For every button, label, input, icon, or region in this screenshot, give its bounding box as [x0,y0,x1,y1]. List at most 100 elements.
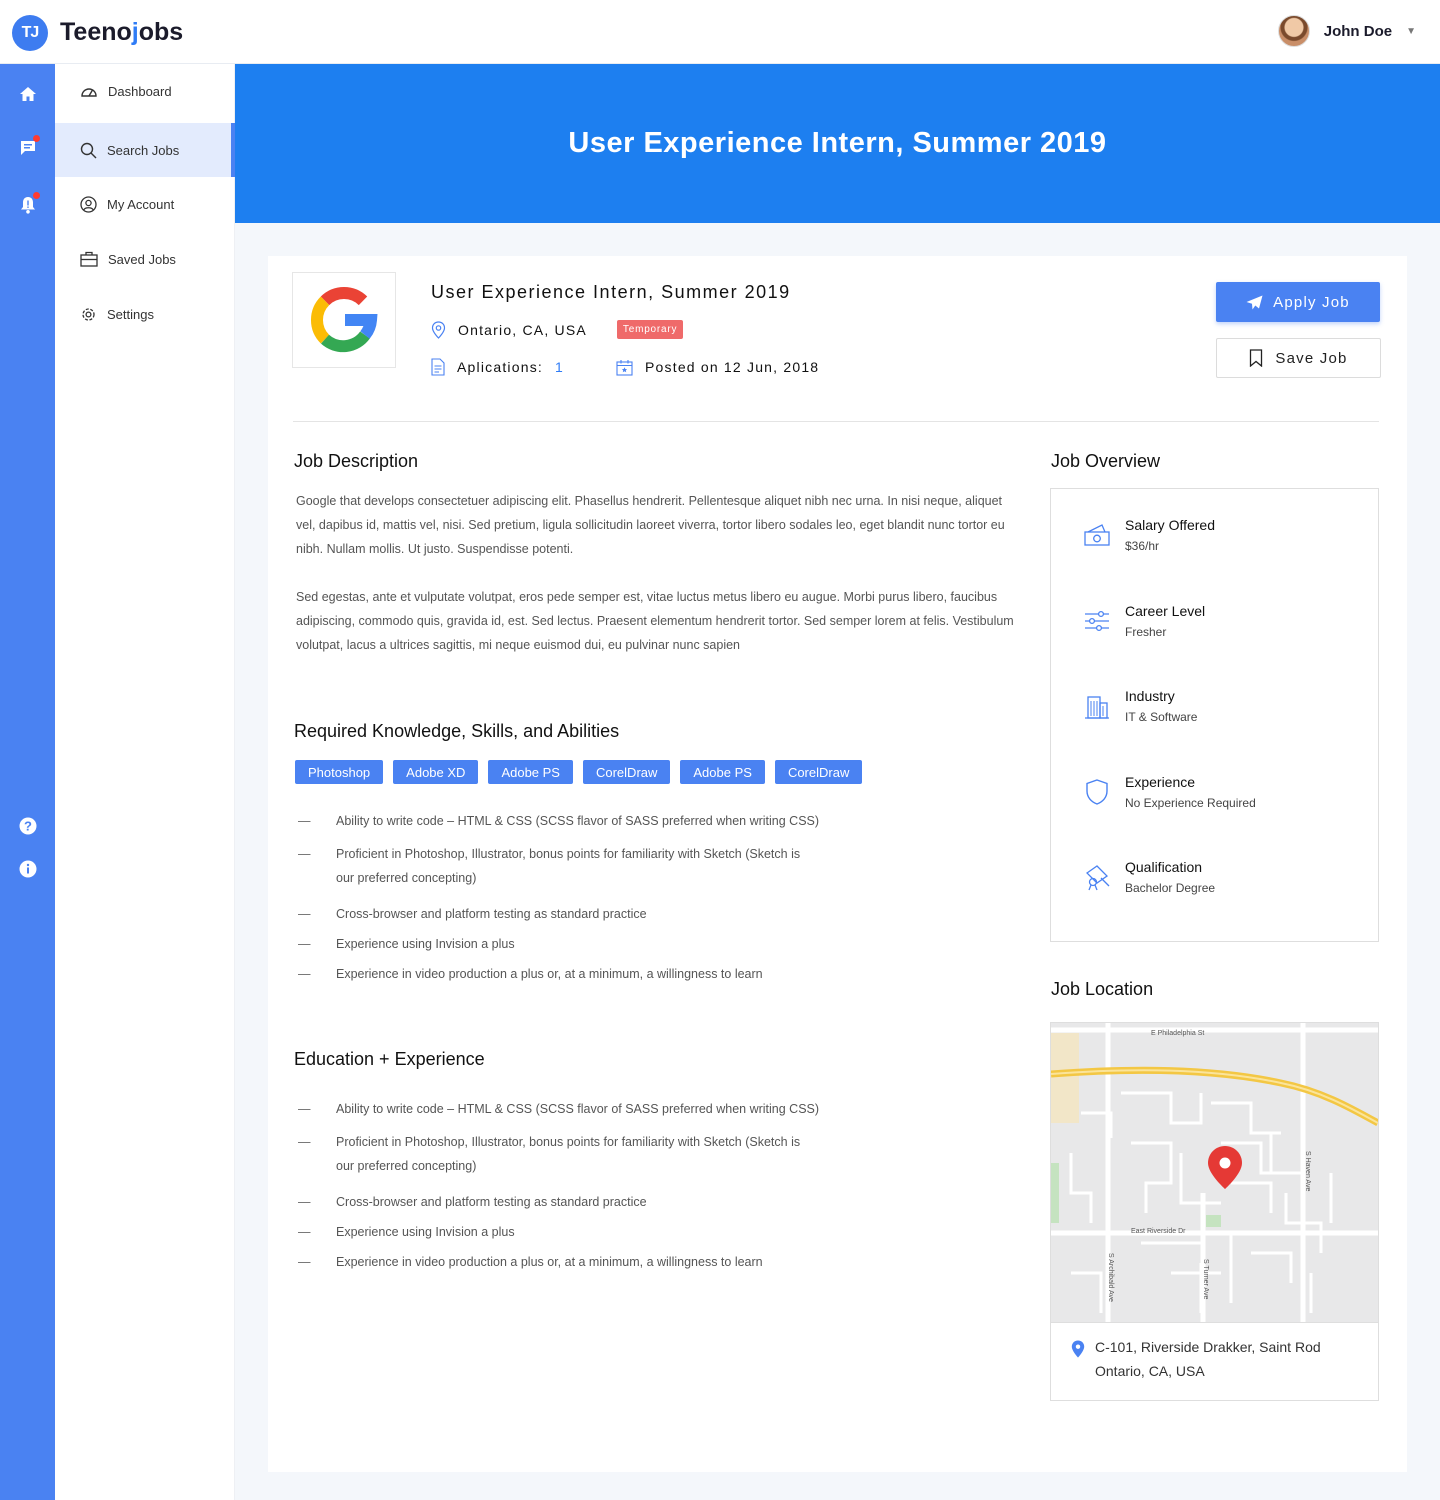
icon-rail: ? [0,64,55,1500]
bell-icon[interactable] [18,192,40,215]
list-item: — Experience in video production a plus o… [298,967,763,981]
messages-icon[interactable] [18,135,40,158]
company-logo [292,272,396,368]
hero-banner: User Experience Intern, Summer 2019 [235,64,1440,223]
overview-label: Career Level [1125,603,1206,619]
job-overview-title: Job Overview [1051,451,1161,471]
skill-tag[interactable]: Adobe PS [680,760,765,784]
page-title: User Experience Intern, Summer 2019 [568,127,1107,159]
education-title: Education + Experience [294,1049,485,1069]
nav-item-settings[interactable]: Settings [55,287,235,341]
overview-value: Fresher [1125,625,1167,639]
job-location: Ontario, CA, USA [458,321,587,338]
address: C-101, Riverside Drakker, Saint Rod Onta… [1071,1335,1321,1383]
top-bar: TJ Teenojobs John Doe ▼ [0,0,1440,64]
list-item: — Experience using Invision a plus [298,937,515,951]
chevron-down-icon[interactable]: ▼ [1406,26,1416,37]
overview-label: Industry [1125,688,1175,704]
apply-job-button[interactable]: Apply Job [1216,282,1380,322]
home-icon[interactable] [18,84,38,104]
map-street-label: S Haven Ave [1304,1151,1311,1191]
overview-item-experience: Experience No Experience Required [1083,772,1256,810]
list-item: — Experience using Invision a plus [298,1225,515,1239]
overview-item-career-level: Career Level Fresher [1083,601,1205,639]
user-menu[interactable]: John Doe ▼ [1277,15,1416,47]
job-title: User Experience Intern, Summer 2019 [431,282,791,302]
skills-list: — Ability to write code – HTML & CSS (SCS… [298,809,1018,986]
nav-label: Search Jobs [107,142,180,158]
skill-tag[interactable]: CorelDraw [582,760,671,784]
job-description-paragraph: Google that develops consectetuer adipis… [296,494,1005,556]
info-icon[interactable] [18,859,38,879]
briefcase-icon [80,251,98,267]
nav-item-saved-jobs[interactable]: Saved Jobs [55,232,235,286]
overview-label: Experience [1125,774,1196,790]
skills-title: Required Knowledge, Skills, and Abilitie… [294,721,620,741]
nav-item-dashboard[interactable]: Dashboard [55,64,235,118]
job-location-row: Ontario, CA, USA Temporary [431,320,684,339]
list-item: — Cross-browser and platform testing as s… [298,907,647,921]
job-location-panel: E Philadelphia St East Riverside Dr S Ha… [1050,1022,1379,1401]
dashboard-icon [81,88,97,97]
side-nav: Dashboard Search Jobs My Account Saved J… [55,64,235,1500]
save-job-button[interactable]: Save Job [1216,338,1381,378]
bookmark-icon [1250,349,1263,367]
map-street-label: E Philadelphia St [1151,1030,1204,1037]
location-pin-icon [1071,1340,1085,1358]
svg-text:?: ? [24,819,32,834]
nav-label: My Account [107,196,175,212]
salary-icon [1083,521,1111,549]
location-map[interactable]: E Philadelphia St East Riverside Dr S Ha… [1051,1023,1378,1323]
map-street-label: East Riverside Dr [1131,1228,1186,1235]
diploma-icon [1083,863,1111,891]
overview-item-industry: Industry IT & Software [1083,686,1197,724]
overview-value: Bachelor Degree [1125,881,1216,895]
applications-label: Aplications: [457,359,543,375]
notification-dot [33,192,40,199]
job-stats-row: Aplications: 1 Posted on 12 Jun, 2018 [431,358,819,376]
divider [293,421,1379,422]
job-type-badge: Temporary [616,320,684,339]
address-line: Ontario, CA, USA [1095,1363,1205,1379]
sliders-icon [1083,607,1111,635]
skill-tag[interactable]: CorelDraw [774,760,863,784]
location-pin-icon [431,320,446,339]
help-icon[interactable]: ? [18,816,38,836]
applications-count[interactable]: 1 [555,359,564,375]
job-overview-panel: Salary Offered $36/hr Career Level Fresher… [1050,488,1379,942]
send-icon [1246,295,1263,309]
user-name[interactable]: John Doe [1324,23,1392,40]
job-detail-card: User Experience Intern, Summer 2019 Onta… [268,256,1407,1472]
map-street-label: S Archibald Ave [1107,1253,1114,1302]
overview-value: No Experience Required [1125,796,1256,810]
list-item: — Proficient in Photoshop, Illustrator, b… [298,1135,801,1173]
brand-logo[interactable]: Teenojobs [60,18,183,47]
posted-date: Posted on 12 Jun, 2018 [645,359,820,375]
skill-tags: Photoshop Adobe XD Adobe PS CorelDraw Ad… [295,760,863,784]
nav-item-search-jobs[interactable]: Search Jobs [55,123,235,177]
nav-label: Saved Jobs [108,251,176,267]
skill-tag[interactable]: Adobe PS [488,760,573,784]
avatar[interactable] [1277,15,1310,47]
notification-dot [33,135,40,142]
overview-value: IT & Software [1125,710,1198,724]
overview-label: Salary Offered [1125,517,1216,533]
job-description-paragraph: Sed egestas, ante et vulputate volutpat,… [296,590,1014,652]
list-item: — Ability to write code – HTML & CSS (SCS… [298,814,820,828]
gear-icon [82,307,95,321]
overview-item-salary: Salary Offered $36/hr [1083,515,1215,553]
search-icon [80,142,97,158]
education-list: — Ability to write code – HTML & CSS (SCS… [298,1097,1018,1274]
document-icon [431,358,445,376]
nav-item-my-account[interactable]: My Account [55,177,235,231]
overview-value: $36/hr [1125,539,1160,553]
building-icon [1083,692,1111,720]
overview-label: Qualification [1125,859,1203,875]
list-item: — Ability to write code – HTML & CSS (SCS… [298,1102,820,1116]
skill-tag[interactable]: Photoshop [295,760,384,784]
skill-tag[interactable]: Adobe XD [393,760,479,784]
list-item: — Proficient in Photoshop, Illustrator, b… [298,847,801,885]
calendar-icon [616,359,633,376]
logo-icon[interactable]: TJ [12,15,48,51]
address-line: C-101, Riverside Drakker, Saint Rod [1095,1339,1321,1355]
